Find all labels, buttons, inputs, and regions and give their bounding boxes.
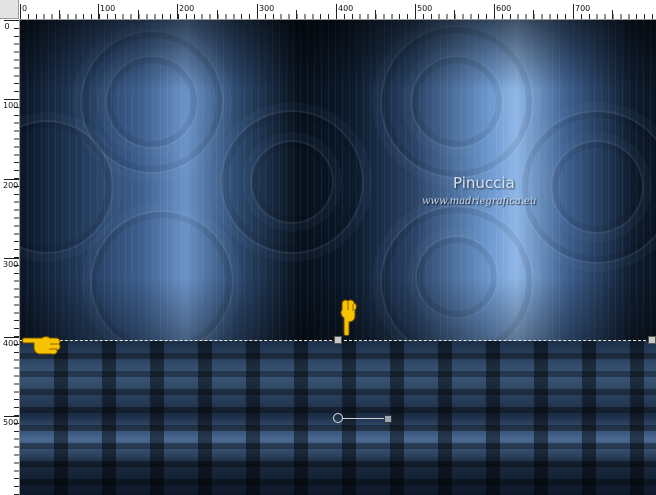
ruler-corner [0, 0, 19, 19]
image-canvas[interactable]: Pinuccia www.madriegrafica.eu [20, 20, 656, 495]
ruler-tick [4, 20, 19, 21]
ruler-tick [4, 99, 19, 100]
ruler-tick [4, 258, 19, 259]
ruler-label-0: 0 [22, 4, 28, 13]
horizon-center-handle[interactable] [334, 336, 342, 344]
ruler-label-500: 500 [3, 418, 19, 427]
ruler-tick [4, 337, 19, 338]
pivot-point-handle[interactable] [333, 413, 343, 423]
ruler-label-200: 200 [3, 181, 19, 190]
watermark-title: Pinuccia [453, 174, 515, 192]
vertical-ruler[interactable]: 0 100 200 300 400 500 [0, 19, 20, 495]
horizon-end-handle[interactable] [648, 336, 656, 344]
hand-pointer-icon [22, 336, 61, 355]
wall-shading [20, 20, 656, 341]
hand-pointer-icon [340, 299, 357, 336]
rotation-arm [343, 418, 385, 419]
ruler-label-0: 0 [4, 22, 10, 31]
ruler-label-100: 100 [3, 101, 19, 110]
ruler-tick [4, 416, 19, 417]
rotation-handle[interactable] [384, 415, 392, 423]
ruler-tick [4, 179, 19, 180]
horizontal-ruler[interactable]: 0 100 200 300 400 500 600 700 [0, 0, 656, 20]
ruler-label-400: 400 [3, 339, 19, 348]
mid-ticks-top [59, 10, 656, 19]
ruler-label-300: 300 [3, 260, 19, 269]
watermark-url: www.madriegrafica.eu [422, 196, 537, 207]
